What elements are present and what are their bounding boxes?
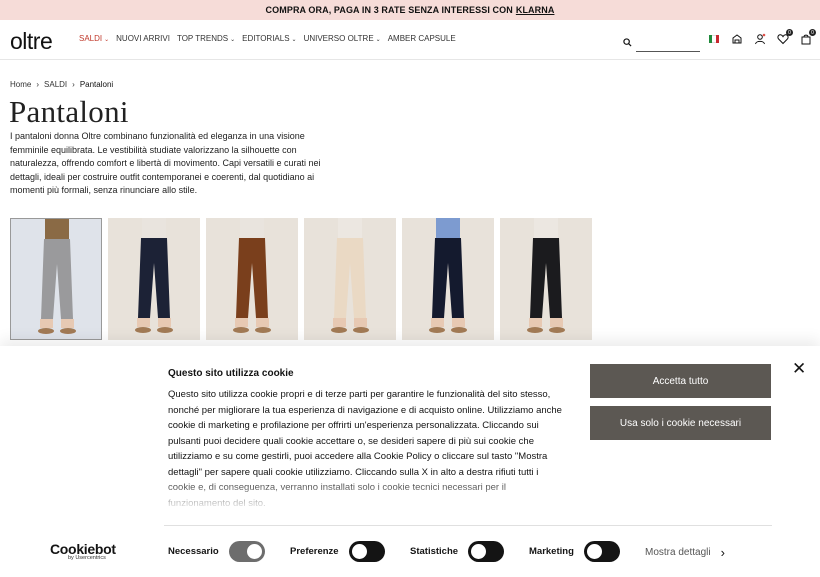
wishlist-count-badge: 0 xyxy=(786,29,793,36)
toggle-marketing-switch[interactable] xyxy=(583,541,620,562)
nav-item-top-trends-label: TOP TRENDS xyxy=(176,34,229,43)
chevron-right-icon: › xyxy=(36,80,40,89)
product-thumbnail[interactable] xyxy=(304,218,396,340)
toggle-marketing: Marketing xyxy=(529,541,620,562)
product-thumbnail[interactable] xyxy=(10,218,102,340)
product-thumbnail[interactable] xyxy=(108,218,200,340)
cart-icon[interactable]: 0 xyxy=(799,29,816,46)
show-details-label: Mostra dettagli xyxy=(645,547,711,558)
klarna-link[interactable]: KLARNA xyxy=(516,5,555,15)
account-icon[interactable] xyxy=(753,32,767,46)
toggle-preferences-switch[interactable] xyxy=(348,541,385,562)
main-nav: SALDI ⌄ NUOVI ARRIVI TOP TRENDS ⌄ EDITORIA… xyxy=(79,34,456,43)
nav-item-nuovi-arrivi-label: NUOVI ARRIVI xyxy=(116,34,170,43)
toggle-necessary: Necessario xyxy=(168,541,265,562)
chevron-down-icon: ⌄ xyxy=(291,37,297,43)
chevron-down-icon: ⌄ xyxy=(104,37,110,43)
page-title: Pantaloni xyxy=(9,94,129,129)
product-thumbnail[interactable] xyxy=(206,218,298,340)
promo-banner[interactable]: COMPRA ORA, PAGA IN 3 RATE SENZA INTERES… xyxy=(0,0,820,20)
necessary-only-button[interactable]: Usa solo i cookie necessari xyxy=(590,406,771,440)
chevron-right-icon: › xyxy=(72,80,75,89)
cookie-title: Questo sito utilizza cookie xyxy=(168,368,294,379)
brand-logo[interactable]: oltre xyxy=(10,28,53,55)
toggle-necessary-label: Necessario xyxy=(168,546,219,557)
breadcrumb-current: Pantaloni xyxy=(79,80,114,89)
nav-item-saldi-label: SALDI xyxy=(79,34,103,43)
chevron-right-icon: › xyxy=(720,545,725,560)
promo-text: COMPRA ORA, PAGA IN 3 RATE SENZA INTERES… xyxy=(265,5,513,15)
search-icon[interactable] xyxy=(623,34,632,52)
search-input[interactable] xyxy=(636,43,700,52)
italy-flag-icon[interactable] xyxy=(707,32,721,46)
nav-item-top-trends[interactable]: TOP TRENDS ⌄ xyxy=(177,34,235,43)
cookie-divider xyxy=(164,525,772,526)
chevron-down-icon: ⌄ xyxy=(375,37,381,43)
toggle-statistics-label: Statistiche xyxy=(410,546,459,557)
category-thumbnails xyxy=(10,218,592,340)
wishlist-icon[interactable]: 0 xyxy=(776,29,793,46)
show-details-link[interactable]: Mostra dettagli › xyxy=(645,545,725,560)
site-header: oltre SALDI ⌄ NUOVI ARRIVI TOP TRENDS ⌄ ED… xyxy=(0,20,820,60)
product-thumbnail[interactable] xyxy=(500,218,592,340)
header-icons: 0 0 xyxy=(707,29,816,46)
nav-item-amber-capsule-label: AMBER CAPSULE xyxy=(387,34,456,43)
toggle-statistics-switch[interactable] xyxy=(468,541,505,562)
nav-item-editorials[interactable]: EDITORIALS ⌄ xyxy=(242,34,296,43)
store-locator-icon[interactable] xyxy=(730,32,744,46)
toggle-preferences-label: Preferenze xyxy=(290,546,339,557)
nav-item-editorials-label: EDITORIALS xyxy=(242,34,290,43)
close-icon[interactable]: ✕ xyxy=(792,359,806,379)
toggle-marketing-label: Marketing xyxy=(529,546,574,557)
toggle-necessary-switch[interactable] xyxy=(228,541,265,562)
nav-item-saldi[interactable]: SALDI ⌄ xyxy=(79,34,109,43)
product-thumbnail[interactable] xyxy=(402,218,494,340)
chevron-down-icon: ⌄ xyxy=(230,37,236,43)
nav-item-amber-capsule[interactable]: AMBER CAPSULE xyxy=(388,34,456,43)
search-field[interactable] xyxy=(623,34,700,52)
breadcrumb: Home › SALDI › Pantaloni xyxy=(10,80,113,89)
breadcrumb-home[interactable]: Home xyxy=(10,80,31,89)
toggle-statistics: Statistiche xyxy=(410,541,505,562)
nav-item-nuovi-arrivi[interactable]: NUOVI ARRIVI xyxy=(116,34,170,43)
breadcrumb-saldi[interactable]: SALDI xyxy=(44,80,67,89)
toggle-preferences: Preferenze xyxy=(290,541,385,562)
accept-all-button[interactable]: Accetta tutto xyxy=(590,364,771,398)
nav-item-universo-oltre-label: UNIVERSO OLTRE xyxy=(303,34,374,43)
cart-count-badge: 0 xyxy=(809,29,816,36)
nav-item-universo-oltre[interactable]: UNIVERSO OLTRE ⌄ xyxy=(304,34,381,43)
cookie-text-fade xyxy=(160,476,570,512)
category-description: I pantaloni donna Oltre combinano funzio… xyxy=(10,131,321,196)
